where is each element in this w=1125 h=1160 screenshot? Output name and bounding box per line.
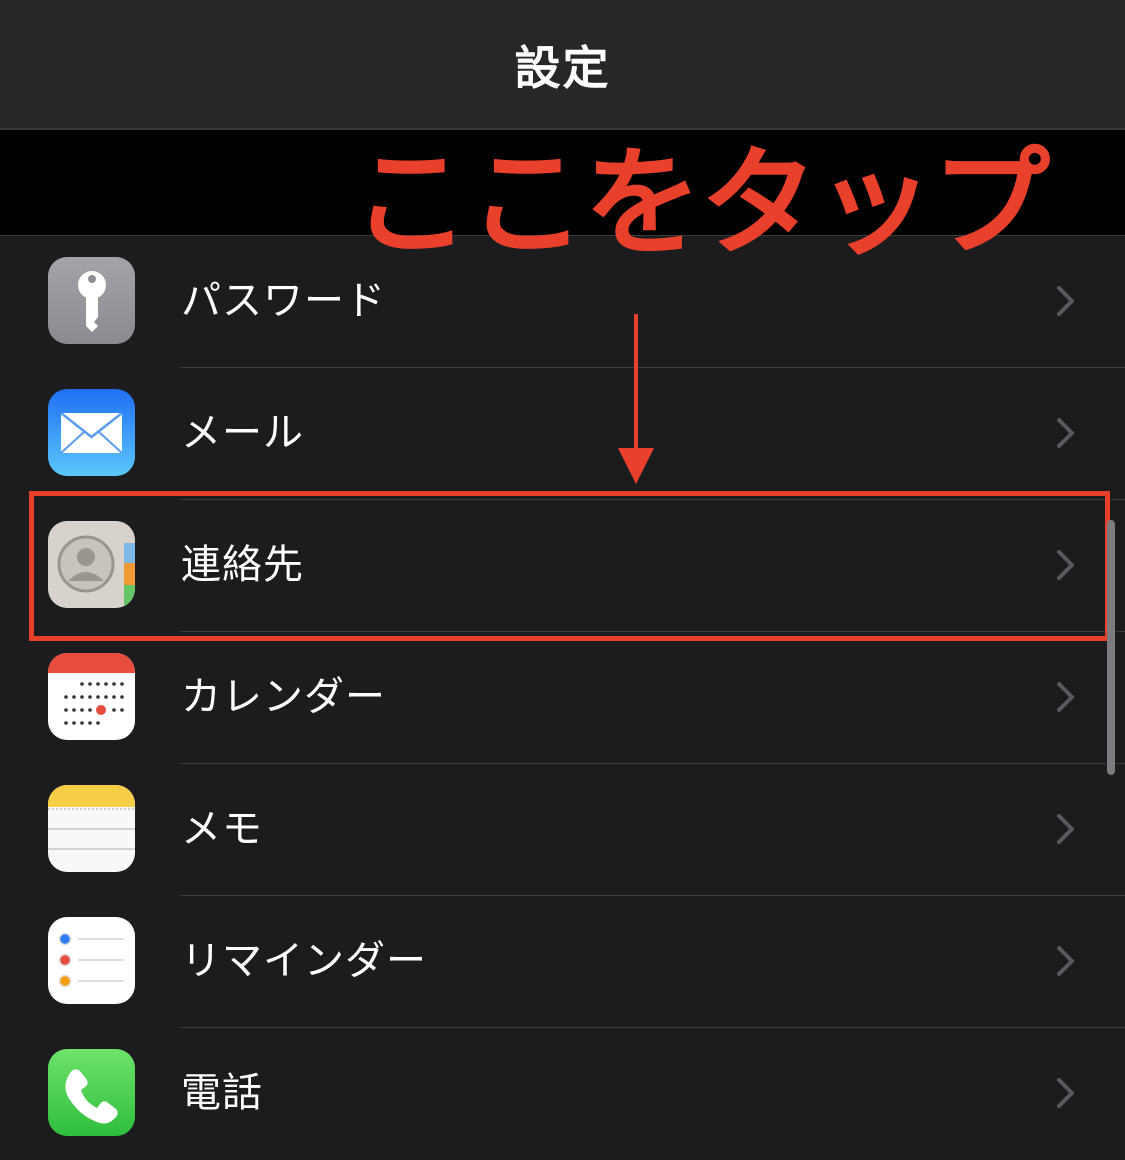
settings-list: パスワード メール 連絡先 カレンダー メモ リマインダー 電話 bbox=[0, 236, 1125, 1160]
page-title: 設定 bbox=[514, 41, 611, 95]
chevron-right-icon bbox=[1057, 286, 1074, 316]
chevron-right-icon bbox=[1057, 418, 1074, 448]
mail-icon bbox=[48, 389, 135, 476]
key-icon bbox=[48, 257, 135, 344]
settings-row-contacts[interactable]: 連絡先 bbox=[0, 500, 1125, 632]
reminders-icon bbox=[48, 917, 135, 1004]
annotation-tap-here: ここをタップ bbox=[352, 134, 1050, 272]
settings-row-reminders[interactable]: リマインダー bbox=[0, 896, 1125, 1028]
chevron-right-icon bbox=[1057, 682, 1074, 712]
settings-row-label: メール bbox=[181, 410, 304, 456]
chevron-right-icon bbox=[1057, 1078, 1074, 1108]
notes-icon bbox=[48, 785, 135, 872]
settings-row-phone[interactable]: 電話 bbox=[0, 1028, 1125, 1160]
settings-row-label: メモ bbox=[181, 806, 263, 852]
settings-row-label: 電話 bbox=[181, 1070, 263, 1116]
settings-row-notes[interactable]: メモ bbox=[0, 764, 1125, 896]
chevron-right-icon bbox=[1057, 946, 1074, 976]
settings-row-label: カレンダー bbox=[181, 674, 386, 720]
scrollbar[interactable] bbox=[1107, 520, 1115, 775]
calendar-icon bbox=[48, 653, 135, 740]
contacts-icon bbox=[48, 521, 135, 608]
settings-row-label: 連絡先 bbox=[181, 542, 304, 588]
navigation-bar: 設定 bbox=[0, 0, 1125, 130]
settings-row-mail[interactable]: メール bbox=[0, 368, 1125, 500]
settings-row-calendar[interactable]: カレンダー bbox=[0, 632, 1125, 764]
annotation-arrow-down-icon bbox=[618, 314, 654, 484]
chevron-right-icon bbox=[1057, 814, 1074, 844]
chevron-right-icon bbox=[1057, 550, 1074, 580]
settings-row-label: リマインダー bbox=[181, 938, 427, 984]
